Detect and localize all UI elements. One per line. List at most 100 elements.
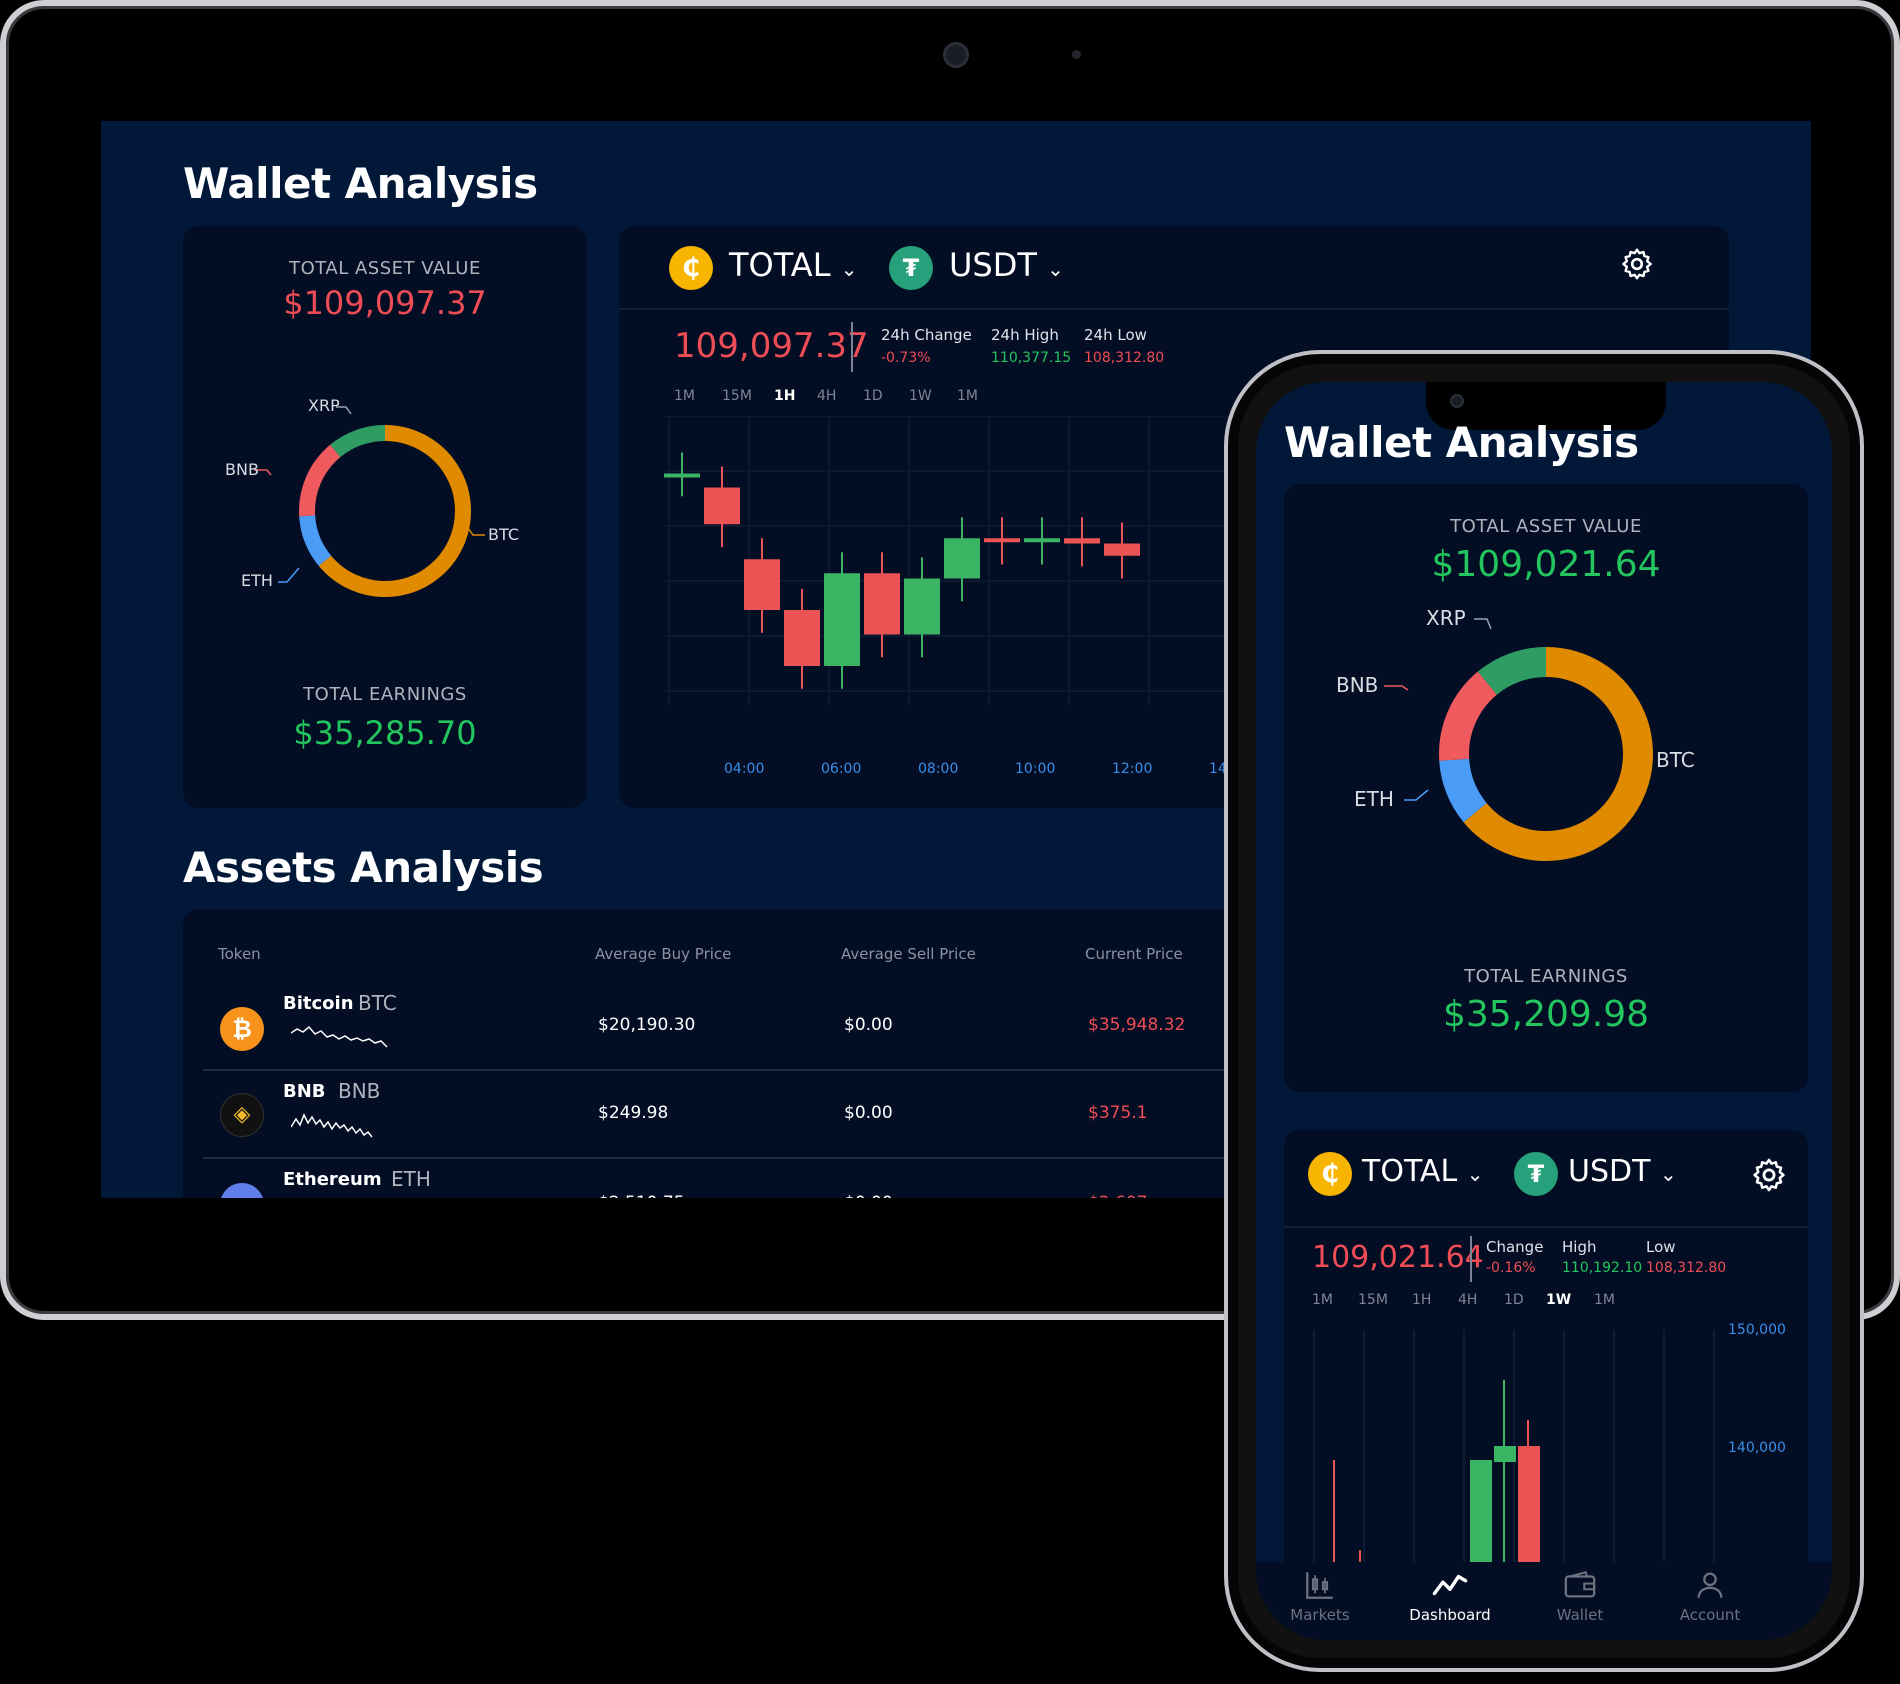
quote-select-value: USDT [1568, 1154, 1651, 1189]
low-label: 24h Low [1084, 326, 1147, 344]
header-divider [1284, 1226, 1808, 1228]
avg-sell-price: $0.00 [844, 1103, 893, 1123]
candle-body [1104, 543, 1140, 556]
mobile-screen: Wallet Analysis TOTAL ASSET VALUE $109,0… [1256, 382, 1832, 1640]
x-tick: 08:00 [918, 761, 959, 777]
timeframe-4h[interactable]: 4H [817, 388, 836, 404]
timeframe-1d[interactable]: 1D [863, 388, 883, 404]
high-value: 110,192.10 [1562, 1260, 1643, 1276]
high-label: 24h High [991, 326, 1059, 344]
timeframe-1d[interactable]: 1D [1504, 1292, 1524, 1308]
wallet-icon [1564, 1571, 1596, 1598]
bnb-label: BNB [225, 460, 259, 479]
eth-leader-line [1404, 789, 1429, 801]
bnb-leader-line [1384, 685, 1409, 691]
nav-dashboard[interactable]: Dashboard [1390, 1562, 1510, 1624]
donut-slice-bnb [299, 444, 341, 517]
timeframe-1h[interactable]: 1H [1412, 1292, 1431, 1308]
nav-markets[interactable]: Markets [1260, 1562, 1380, 1624]
candle-body [664, 473, 700, 478]
candle-body [744, 559, 780, 610]
price-divider [1470, 1236, 1472, 1282]
candle-body [1494, 1446, 1516, 1462]
total-asset-label: TOTAL ASSET VALUE [289, 258, 481, 279]
timeframe-1w[interactable]: 1W [1546, 1292, 1571, 1308]
asset-select[interactable]: TOTAL ⌄ [1362, 1154, 1483, 1189]
avg-sell-price: $0.00 [844, 1015, 893, 1035]
asset-summary-card: TOTAL ASSET VALUE $109,097.37 XRP BNB ET… [183, 226, 587, 808]
candle-body [704, 487, 740, 525]
price-divider [851, 322, 853, 372]
candle-body [864, 573, 900, 635]
btc-label: BTC [488, 525, 519, 544]
timeframe-1h[interactable]: 1H [774, 388, 795, 404]
y-tick: 140,000 [1728, 1440, 1786, 1456]
xrp-label: XRP [308, 396, 340, 415]
settings-gear-icon[interactable] [1750, 1156, 1788, 1194]
timeframe-4h[interactable]: 4H [1458, 1292, 1477, 1308]
x-tick: 10:00 [1015, 761, 1056, 777]
quote-select[interactable]: USDT ⌄ [949, 246, 1064, 284]
asset-select[interactable]: TOTAL ⌄ [729, 246, 857, 284]
sparkline [291, 1025, 388, 1048]
eth-label: ETH [241, 571, 273, 590]
donut-slice-xrp [1477, 647, 1547, 696]
donut-slice-xrp [330, 425, 386, 458]
avg-buy-price: $20,190.30 [598, 1015, 696, 1035]
nav-account[interactable]: Account [1650, 1562, 1770, 1624]
assets-analysis-title: Assets Analysis [183, 843, 544, 892]
candle-body [944, 538, 980, 579]
donut-slice-eth [1439, 758, 1488, 823]
timeframe-15m[interactable]: 15M [1358, 1292, 1388, 1308]
settings-gear-icon[interactable] [1619, 246, 1655, 282]
user-icon [1697, 1572, 1723, 1598]
col-token: Token [218, 945, 261, 963]
timeframe-1m[interactable]: 1M [1312, 1292, 1333, 1308]
timeframe-1w[interactable]: 1W [909, 388, 932, 404]
timeframe-1mo[interactable]: 1M [957, 388, 978, 404]
change-value: -0.73% [881, 350, 931, 366]
candles-icon [1306, 1572, 1333, 1599]
col-avg-sell: Average Sell Price [841, 945, 976, 963]
wallet-analysis-title: Wallet Analysis [183, 159, 538, 208]
quote-select-value: USDT [949, 246, 1037, 284]
chevron-down-icon: ⌄ [1659, 1162, 1677, 1186]
total-asset-value: $109,021.64 [1431, 544, 1661, 585]
candle-body [984, 538, 1020, 543]
timeframe-15m[interactable]: 15M [722, 388, 752, 404]
trend-line-icon [1432, 1574, 1468, 1596]
total-asset-label: TOTAL ASSET VALUE [1450, 516, 1642, 537]
quote-select[interactable]: USDT ⌄ [1568, 1154, 1677, 1189]
candle-body [1470, 1460, 1492, 1570]
low-label: Low [1646, 1238, 1676, 1256]
x-tick: 04:00 [724, 761, 765, 777]
eth-leader-line [278, 567, 300, 583]
candle-body [904, 578, 940, 635]
nav-label: Markets [1290, 1606, 1350, 1624]
btc-leader-line [467, 527, 485, 536]
candle-body [1518, 1446, 1540, 1570]
bitcoin-icon: ₿ [220, 1007, 264, 1051]
tether-icon: ₮ [889, 246, 933, 290]
allocation-donut-chart: XRP BNB ETH BTC [1336, 606, 1695, 861]
col-avg-buy: Average Buy Price [595, 945, 732, 963]
bottom-nav: Markets Dashboard Wallet Account [1256, 1562, 1832, 1640]
xrp-leader-line [1474, 618, 1492, 630]
token-symbol: ETH [391, 1167, 431, 1191]
tether-icon: ₮ [1514, 1152, 1558, 1196]
total-coin-icon: ₵ [1308, 1152, 1352, 1196]
mobile-asset-card: TOTAL ASSET VALUE $109,021.64 XRP BNB ET… [1284, 484, 1808, 1092]
timeframe-1m[interactable]: 1M [674, 388, 695, 404]
webcam [943, 42, 969, 68]
low-value: 108,312.80 [1646, 1260, 1727, 1276]
token-name: Ethereum [283, 1169, 382, 1190]
sparkline [291, 1113, 373, 1138]
nav-wallet[interactable]: Wallet [1520, 1562, 1640, 1624]
current-price: 109,097.37 [674, 326, 869, 366]
current-price: $35,948.32 [1088, 1015, 1186, 1035]
timeframe-1mo[interactable]: 1M [1594, 1292, 1615, 1308]
total-earnings-value: $35,209.98 [1442, 994, 1650, 1035]
candle-body [824, 573, 860, 666]
chevron-down-icon: ⌄ [1466, 1162, 1484, 1186]
token-name: Bitcoin [283, 993, 354, 1014]
